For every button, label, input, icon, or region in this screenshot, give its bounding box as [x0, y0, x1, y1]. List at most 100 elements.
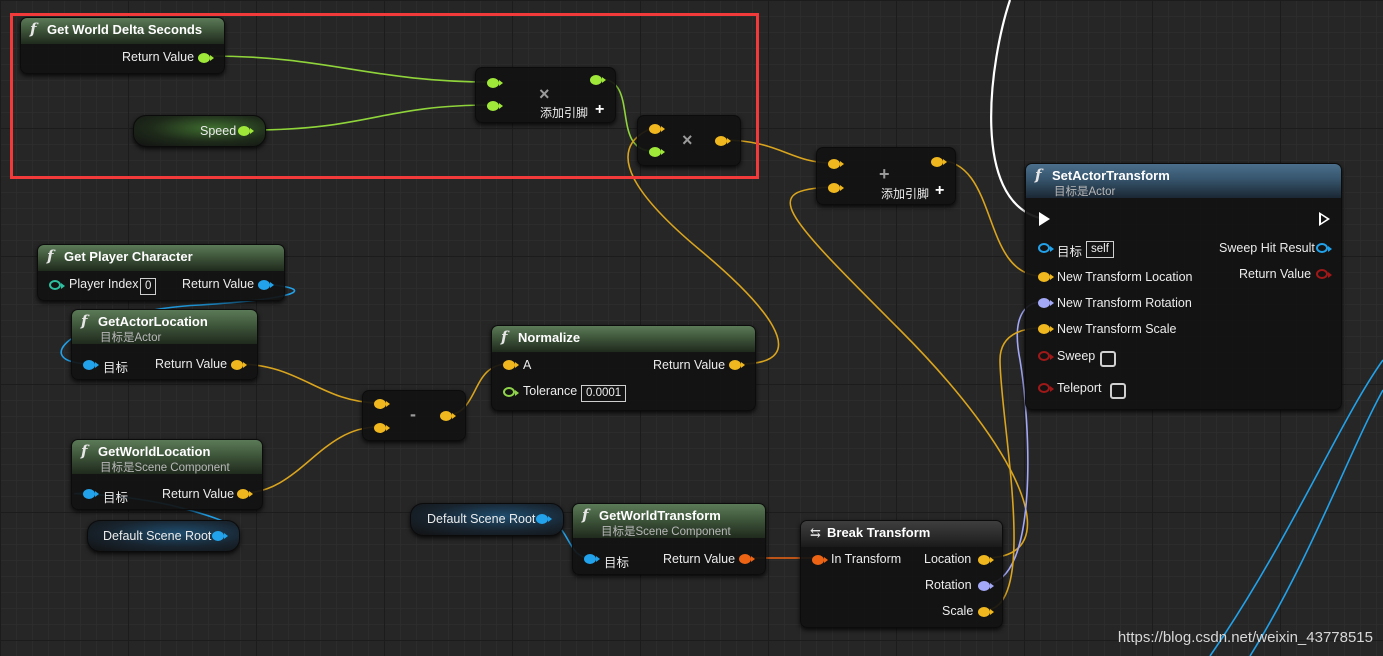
rotation-label: Rotation — [925, 578, 972, 592]
add-pin-label[interactable]: 添加引脚 — [881, 185, 929, 202]
vector-pin[interactable] — [931, 157, 947, 167]
exec-out-pin[interactable] — [1319, 212, 1330, 226]
function-icon: f — [501, 328, 508, 346]
return-value-label: Return Value — [155, 357, 228, 371]
node-header: ⇆ Break Transform — [801, 521, 1002, 547]
node-header: f GetWorldTransform 目标是Scene Component — [573, 504, 765, 538]
target-label: 目标 — [1057, 245, 1083, 259]
node-default-scene-root[interactable]: Default Scene Root — [410, 503, 564, 536]
return-value-label: Return Value — [653, 358, 726, 372]
function-icon: f — [1035, 166, 1042, 184]
return-value-label: Return Value — [663, 552, 736, 566]
tolerance-label: Tolerance — [523, 384, 578, 398]
location-label: Location — [924, 552, 972, 566]
node-title: GetActorLocation — [98, 314, 208, 329]
vector-pin[interactable] — [503, 360, 519, 370]
sweep-checkbox[interactable] — [1100, 351, 1116, 367]
node-title: GetWorldTransform — [599, 508, 721, 523]
node-subtract[interactable]: - — [362, 390, 466, 441]
node-get-actor-location[interactable]: f GetActorLocation 目标是Actor 目标 Return Va… — [71, 309, 258, 380]
vector-pin[interactable] — [978, 607, 994, 617]
int-pin[interactable] — [49, 280, 65, 290]
function-icon: f — [582, 506, 589, 524]
vector-pin[interactable] — [440, 411, 456, 421]
watermark: https://blog.csdn.net/weixin_43778515 — [1117, 629, 1373, 646]
object-pin[interactable] — [536, 514, 552, 524]
scale-label: Scale — [942, 604, 974, 618]
node-title: SetActorTransform — [1052, 168, 1170, 183]
node-add[interactable]: + 添加引脚 + — [816, 147, 956, 205]
node-subtitle: 目标是Scene Component — [601, 526, 731, 538]
in-transform-label: In Transform — [831, 552, 902, 566]
rotator-pin[interactable] — [1038, 298, 1054, 308]
sweep-hit-result-label: Sweep Hit Result — [1219, 241, 1315, 255]
a-label: A — [523, 358, 532, 372]
tolerance-box[interactable]: 0.0001 — [581, 385, 627, 402]
wire-location-to-add — [789, 186, 1029, 559]
target-value-box[interactable]: self — [1086, 241, 1114, 258]
node-get-player-character[interactable]: f Get Player Character Player Index 0 Re… — [37, 244, 285, 301]
vector-pin[interactable] — [374, 399, 390, 409]
vector-pin[interactable] — [374, 423, 390, 433]
highlight-box — [10, 13, 759, 179]
add-symbol: + — [879, 164, 890, 184]
bool-pin[interactable] — [1038, 383, 1054, 393]
default-scene-root-label: Default Scene Root — [103, 529, 212, 543]
vector-pin[interactable] — [828, 159, 844, 169]
target-label: 目标 — [103, 361, 129, 375]
node-default-scene-root[interactable]: Default Scene Root — [87, 520, 240, 552]
node-get-world-location[interactable]: f GetWorldLocation 目标是Scene Component 目标… — [71, 439, 263, 510]
return-value-label: Return Value — [182, 277, 255, 291]
float-pin[interactable] — [503, 387, 519, 397]
vector-pin[interactable] — [729, 360, 745, 370]
node-title: Break Transform — [827, 525, 931, 540]
new-rotation-label: New Transform Rotation — [1057, 296, 1192, 310]
teleport-label: Teleport — [1057, 381, 1102, 395]
default-scene-root-label: Default Scene Root — [427, 512, 536, 526]
vector-pin[interactable] — [978, 555, 994, 565]
node-header: f Normalize — [492, 326, 755, 352]
node-header: f GetWorldLocation 目标是Scene Component — [72, 440, 262, 474]
exec-in-pin[interactable] — [1039, 212, 1050, 226]
return-value-label: Return Value — [1239, 267, 1312, 281]
new-location-label: New Transform Location — [1057, 270, 1193, 284]
function-icon: f — [81, 442, 88, 460]
node-title: GetWorldLocation — [98, 444, 211, 459]
bool-pin[interactable] — [1038, 351, 1054, 361]
bool-pin[interactable] — [1316, 269, 1332, 279]
player-index-box[interactable]: 0 — [140, 278, 157, 295]
object-pin[interactable] — [1038, 243, 1054, 253]
object-pin[interactable] — [83, 489, 99, 499]
function-icon: f — [47, 247, 54, 265]
node-subtitle: 目标是Actor — [1054, 186, 1116, 198]
new-scale-label: New Transform Scale — [1057, 322, 1177, 336]
node-set-actor-transform[interactable]: f SetActorTransform 目标是Actor 目标 self Swe… — [1025, 163, 1342, 410]
function-icon: f — [81, 312, 88, 330]
target-label: 目标 — [604, 556, 630, 570]
hit-result-pin[interactable] — [1316, 243, 1332, 253]
player-index-label: Player Index — [69, 277, 139, 291]
node-subtitle: 目标是Actor — [100, 332, 162, 344]
vector-pin[interactable] — [231, 360, 247, 370]
object-pin[interactable] — [258, 280, 274, 290]
object-pin[interactable] — [212, 531, 228, 541]
teleport-checkbox[interactable] — [1110, 383, 1126, 399]
vector-pin[interactable] — [237, 489, 253, 499]
rotator-pin[interactable] — [978, 581, 994, 591]
node-break-transform[interactable]: ⇆ Break Transform In Transform Location … — [800, 520, 1003, 628]
transform-pin[interactable] — [739, 554, 755, 564]
node-header: f SetActorTransform 目标是Actor — [1026, 164, 1341, 198]
vector-pin[interactable] — [1038, 272, 1054, 282]
add-pin-icon[interactable]: + — [935, 182, 944, 200]
transform-pin[interactable] — [812, 555, 828, 565]
split-struct-icon: ⇆ — [810, 526, 821, 541]
node-get-world-transform[interactable]: f GetWorldTransform 目标是Scene Component 目… — [572, 503, 766, 575]
object-pin[interactable] — [584, 554, 600, 564]
node-title: Normalize — [518, 330, 581, 345]
vector-pin[interactable] — [828, 183, 844, 193]
object-pin[interactable] — [83, 360, 99, 370]
node-normalize[interactable]: f Normalize A Return Value Tolerance 0.0… — [491, 325, 756, 411]
vector-pin[interactable] — [1038, 324, 1054, 334]
return-value-label: Return Value — [162, 487, 235, 501]
node-subtitle: 目标是Scene Component — [100, 462, 230, 474]
